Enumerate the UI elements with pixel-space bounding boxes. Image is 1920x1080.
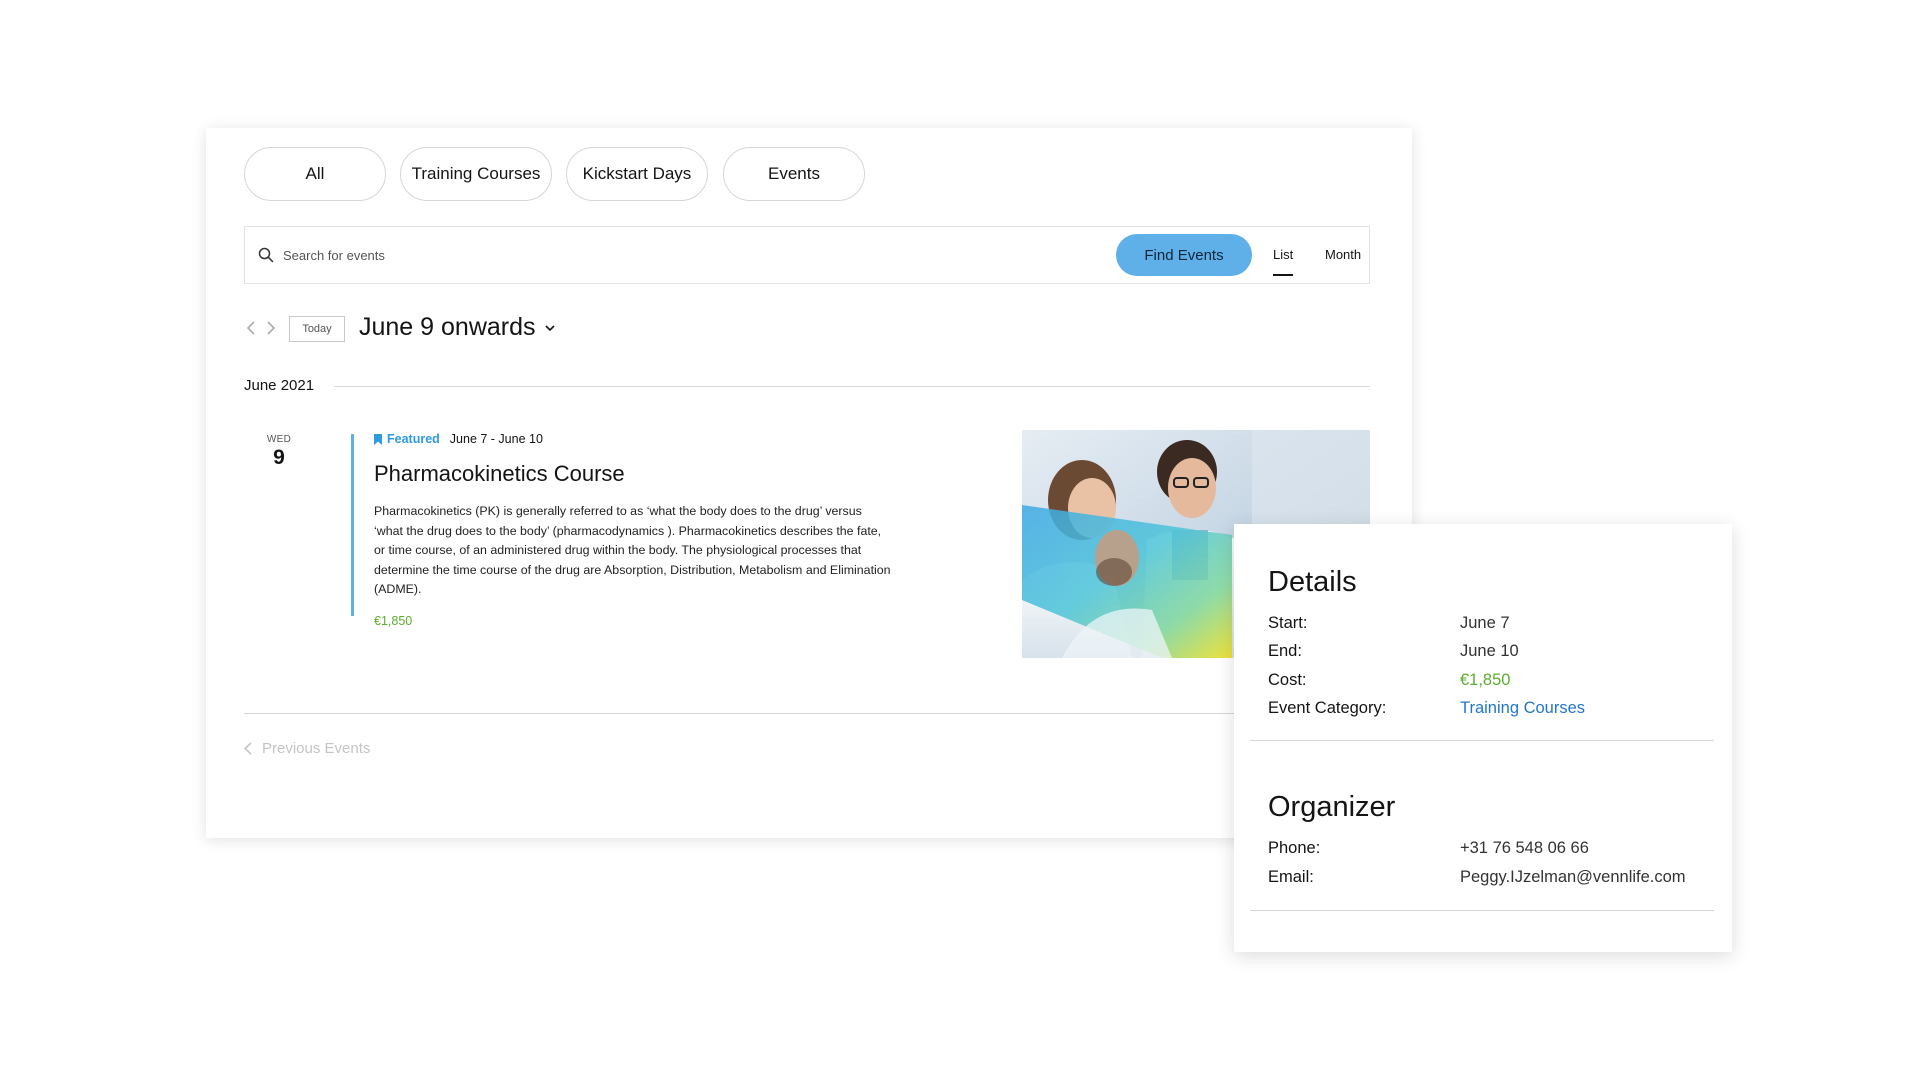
previous-events-label: Previous Events <box>262 740 371 757</box>
event-meta: Featured June 7 - June 10 <box>374 432 543 446</box>
event-day-number: 9 <box>273 446 285 469</box>
date-range-selector[interactable]: June 9 onwards <box>359 313 556 342</box>
month-divider <box>334 386 1370 387</box>
filter-events-button[interactable]: Events <box>723 147 865 201</box>
event-description: Pharmacokinetics (PK) is generally refer… <box>374 504 891 596</box>
search-bar: Find Events List Month <box>244 226 1370 284</box>
bookmark-icon <box>374 433 382 445</box>
featured-badge: Featured <box>374 432 440 446</box>
start-label: Start: <box>1268 614 1308 632</box>
filter-all-button[interactable]: All <box>244 147 386 201</box>
event-date-tag: WED 9 <box>254 434 304 470</box>
filter-kickstart-days-button[interactable]: Kickstart Days <box>566 147 708 201</box>
search-icon <box>258 247 274 263</box>
view-tab-list[interactable]: List <box>1273 247 1294 276</box>
events-calendar-card: All Training Courses Kickstart Days Even… <box>206 128 1412 838</box>
chevron-left-icon <box>244 742 252 755</box>
event-category-link[interactable]: Training Courses <box>1460 699 1585 718</box>
today-button[interactable]: Today <box>289 316 345 342</box>
date-range-label: June 9 onwards <box>359 313 536 341</box>
organizer-heading: Organizer <box>1268 791 1396 823</box>
event-title-link[interactable]: Pharmacokinetics Course <box>374 461 625 487</box>
chevron-down-icon <box>544 324 555 331</box>
list-bottom-divider <box>244 713 1370 714</box>
end-label: End: <box>1268 642 1302 660</box>
start-value: June 7 <box>1460 614 1510 632</box>
end-value: June 10 <box>1460 642 1519 660</box>
phone-label: Phone: <box>1268 839 1321 857</box>
filter-all-label: All <box>305 164 325 183</box>
featured-label: Featured <box>387 432 440 446</box>
filter-training-courses-label: Training Courses <box>411 164 541 183</box>
email-value: Peggy.IJzelman@vennlife.com <box>1460 868 1686 886</box>
chevron-left-icon[interactable] <box>244 319 258 337</box>
month-separator-label: June 2021 <box>244 377 315 394</box>
cost-value: €1,850 <box>1460 671 1511 689</box>
details-divider <box>1250 740 1714 741</box>
event-category-label: Event Category: <box>1268 699 1387 717</box>
chevron-right-icon[interactable] <box>264 319 278 337</box>
organizer-divider <box>1250 910 1714 911</box>
details-heading: Details <box>1268 566 1357 598</box>
filter-events-label: Events <box>768 164 820 183</box>
email-label: Email: <box>1268 868 1314 886</box>
cost-label: Cost: <box>1268 671 1307 689</box>
filter-training-courses-button[interactable]: Training Courses <box>400 147 552 201</box>
today-button-label: Today <box>302 323 332 335</box>
view-tab-month[interactable]: Month <box>1325 247 1361 262</box>
event-cost: €1,850 <box>374 614 413 628</box>
find-events-button[interactable]: Find Events <box>1116 234 1252 276</box>
event-date-range: June 7 - June 10 <box>449 432 543 446</box>
previous-events-link[interactable]: Previous Events <box>244 740 370 757</box>
search-input[interactable] <box>281 241 1081 269</box>
event-details-card: Details Start: June 7 End: June 10 Cost:… <box>1234 524 1732 952</box>
phone-value: +31 76 548 06 66 <box>1460 839 1589 857</box>
event-weekday: WED <box>266 434 292 445</box>
featured-event-bar <box>351 434 354 616</box>
filter-kickstart-days-label: Kickstart Days <box>582 164 692 183</box>
